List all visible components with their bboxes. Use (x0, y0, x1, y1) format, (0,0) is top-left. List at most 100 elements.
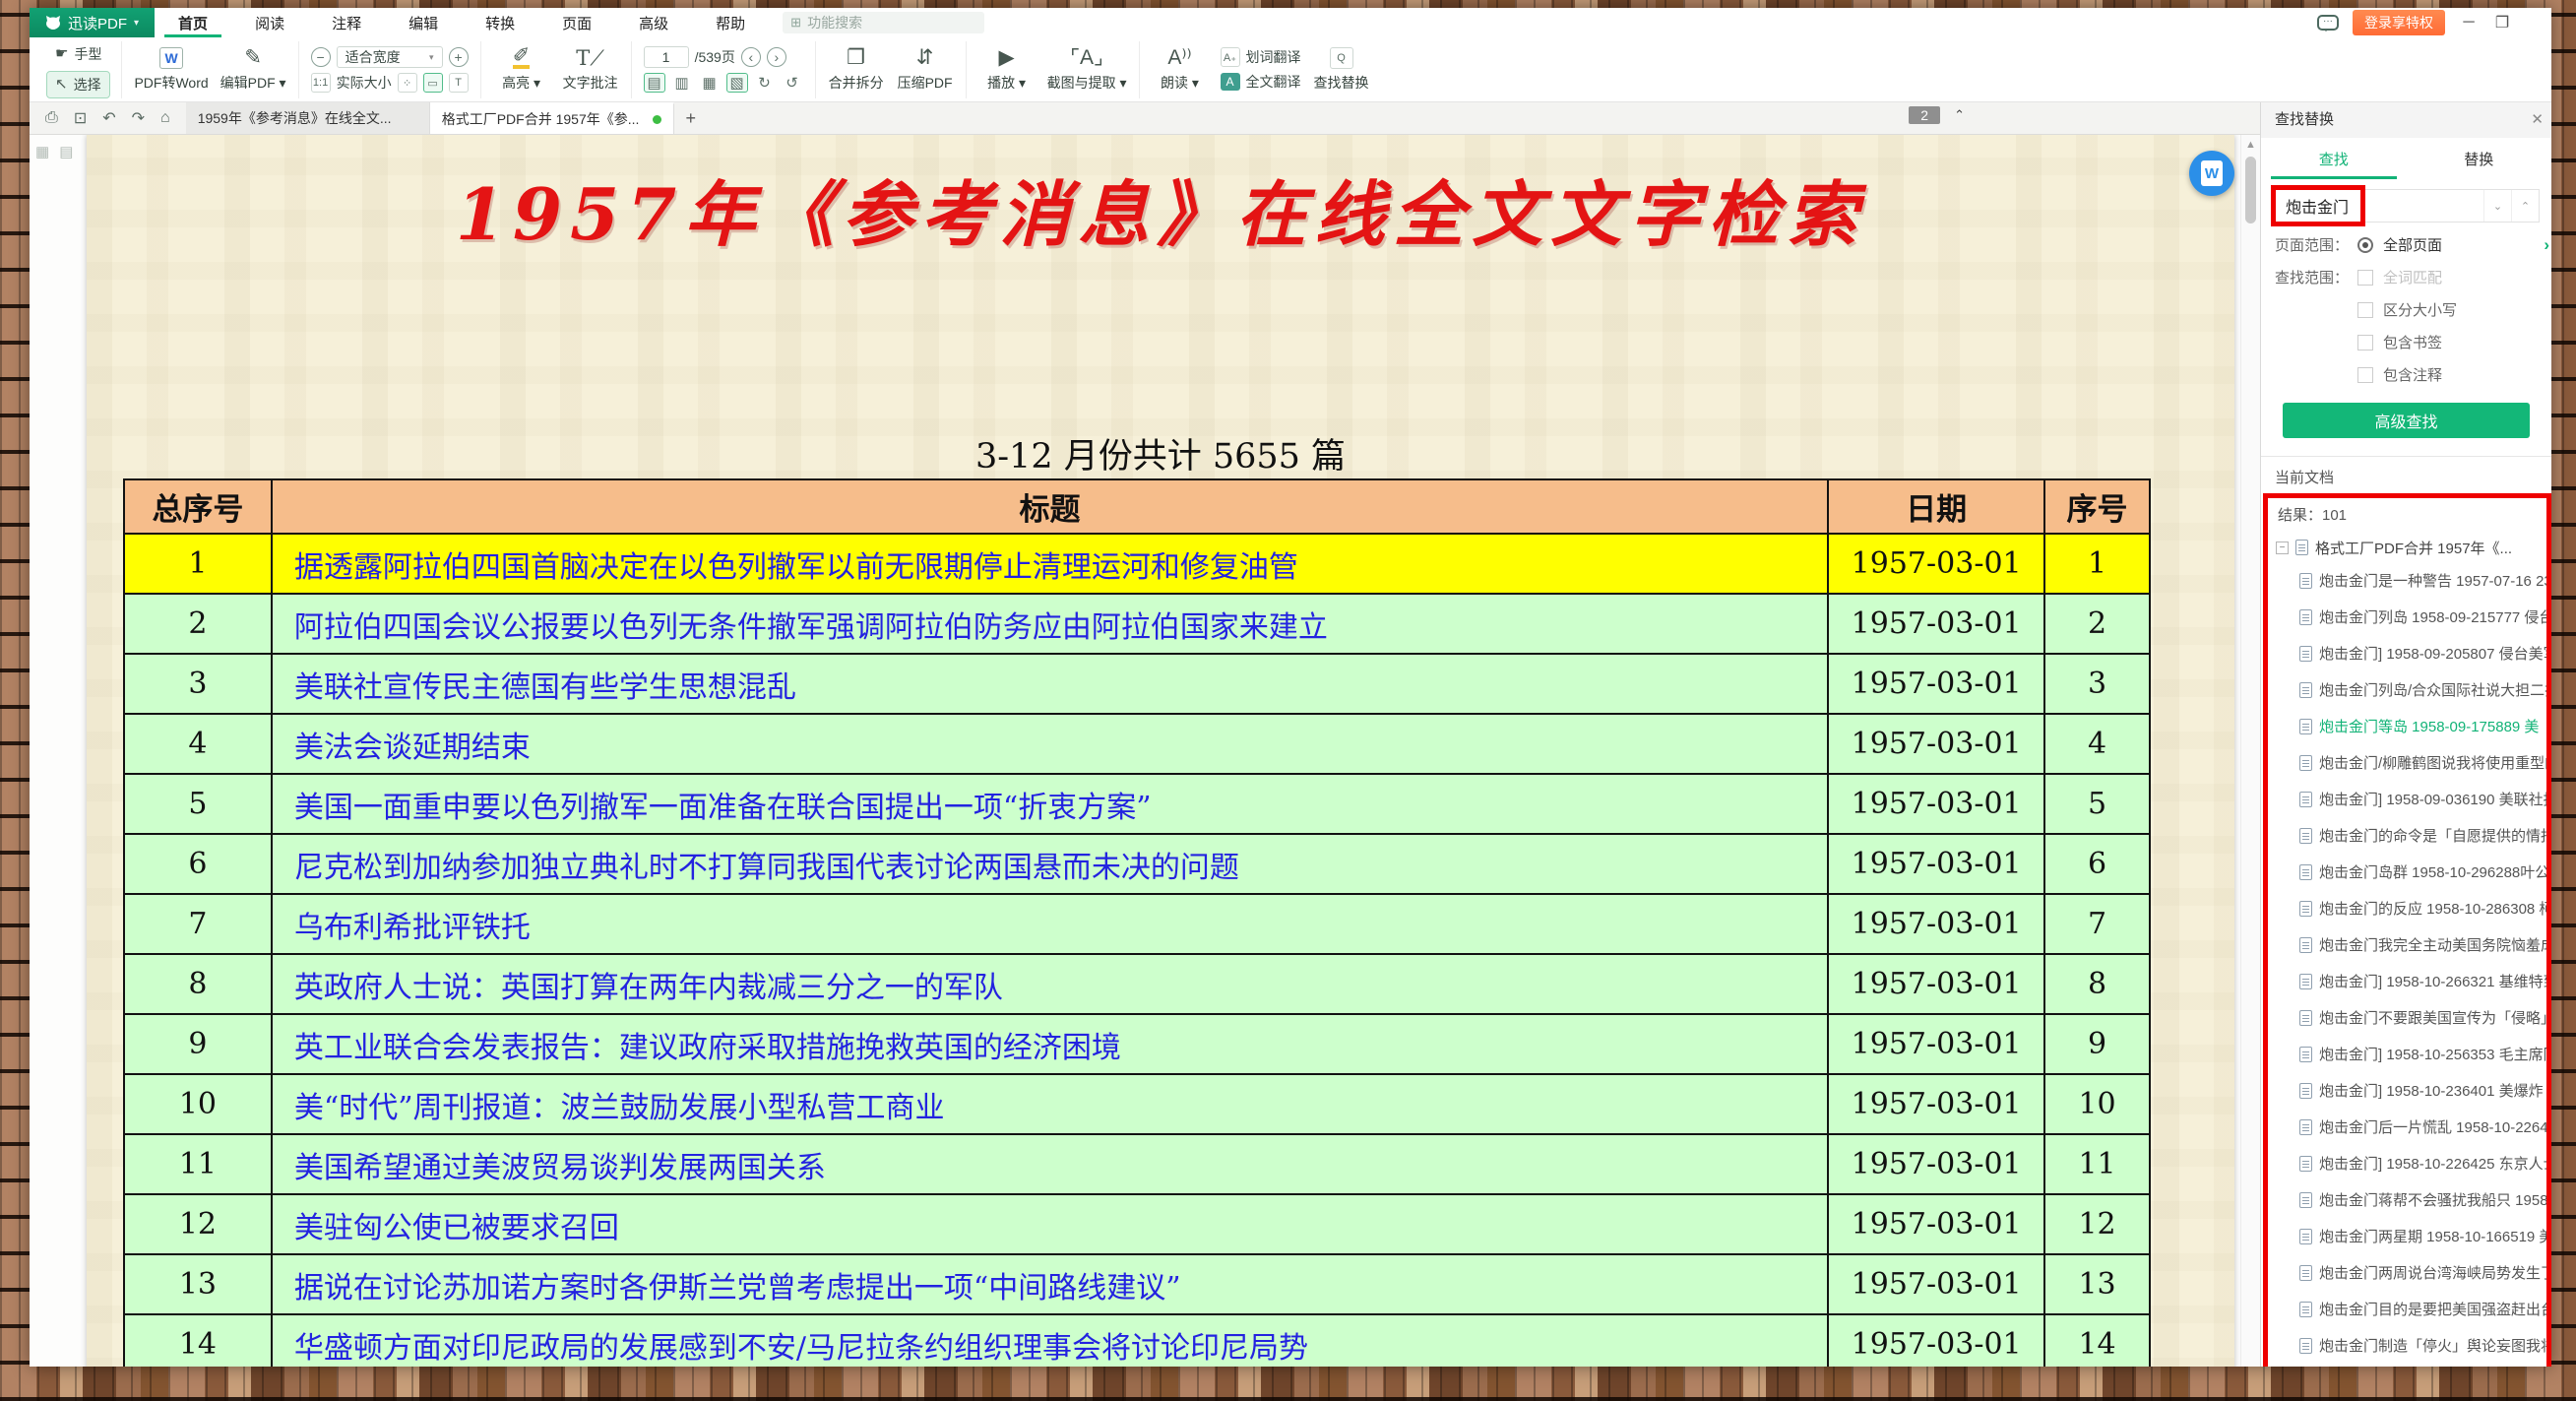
restore-window-button[interactable]: ❐ (2492, 13, 2512, 32)
vertical-scrollbar[interactable]: ▲ (2240, 135, 2260, 1367)
print-icon[interactable]: ⎙ (45, 109, 58, 127)
menu-tab-高级[interactable]: 高级 (615, 8, 692, 37)
document-tab-2[interactable]: 格式工厂PDF合并 1957年《参... (430, 102, 674, 134)
select-tool-button[interactable]: ↖ 选择 (47, 72, 109, 97)
save-icon[interactable]: ⊡ (74, 108, 87, 128)
whole-word-checkbox[interactable] (2357, 270, 2373, 286)
article-link[interactable]: 乌布利希批评铁托 (294, 911, 531, 945)
article-link[interactable]: 美“时代”周刊报道：波兰鼓励发展小型私营工商业 (294, 1091, 945, 1125)
text-reflow-toggle[interactable]: T (449, 73, 469, 93)
find-input[interactable]: 炮击金门 ⌄ ⌃ (2273, 189, 2540, 223)
text-annotation-button[interactable]: T⟋ 文字批注 (562, 47, 619, 93)
article-link[interactable]: 尼克松到加纳参加独立典礼时不打算同我国代表讨论两国悬而未决的问题 (294, 851, 1239, 885)
search-result-item[interactable]: 炮击金门] 1958-10-256353 毛主席同 (2276, 1036, 2546, 1072)
page-number-input[interactable]: 1 (644, 46, 689, 68)
search-result-item[interactable]: 炮击金门目的是要把美国强盗赶出台 (2276, 1291, 2546, 1327)
compress-pdf-button[interactable]: ⇵ 压缩PDF (897, 47, 954, 93)
search-result-item[interactable]: 炮击金门两周说台湾海峡局势发生了 (2276, 1254, 2546, 1291)
thumbnail-panel-icon[interactable]: ▦ (35, 143, 49, 160)
feature-search-input[interactable]: ⊞ 功能搜索 (783, 12, 984, 33)
rotate-right-icon[interactable]: ↻ (754, 73, 776, 93)
search-result-item[interactable]: 炮击金门/柳雕鹤图说我将使用重型的大 (2276, 744, 2546, 781)
feedback-chat-icon[interactable]: ··· (2317, 15, 2339, 31)
read-aloud-button[interactable]: A⁾⁾ 朗读 ▾ (1152, 47, 1209, 93)
article-link[interactable]: 美国一面重申要以色列撤军一面准备在联合国提出一项“折衷方案” (294, 791, 1152, 825)
expand-range-icon[interactable]: › (2544, 235, 2549, 255)
minimize-button[interactable]: ─ (2459, 14, 2479, 32)
find-next-icon[interactable]: ⌄ (2483, 190, 2511, 222)
article-link[interactable]: 美法会谈延期结束 (294, 731, 531, 765)
search-result-item[interactable]: 炮击金门是一种警告 1957-07-16 23 (2276, 562, 2546, 599)
app-menu-button[interactable]: 迅读PDF ▾ (30, 8, 155, 37)
search-result-item[interactable]: 炮击金门后一片慌乱 1958-10-2264 (2276, 1109, 2546, 1145)
search-result-item[interactable]: 炮击金门等岛 1958-09-175889 美 (2276, 708, 2546, 744)
menu-tab-编辑[interactable]: 编辑 (385, 8, 462, 37)
search-result-item[interactable]: 炮击金门两周诬蔑我国防部命令是一 (2276, 1364, 2546, 1367)
rotate-left-icon[interactable]: ↺ (782, 73, 803, 93)
article-link[interactable]: 英政府人士说：英国打算在两年内裁减三分之一的军队 (294, 971, 1003, 1005)
zoom-level-select[interactable]: 适合宽度▾ (337, 46, 443, 68)
search-result-item[interactable]: 炮击金门两星期 1958-10-166519 美 (2276, 1218, 2546, 1254)
search-result-item[interactable]: 炮击金门] 1958-10-266321 基维特到 (2276, 963, 2546, 999)
all-pages-radio[interactable] (2357, 237, 2373, 253)
home-icon[interactable]: ⌂ (160, 109, 170, 127)
search-result-item[interactable]: 炮击金门岛群 1958-10-296288叶公 (2276, 854, 2546, 890)
article-link[interactable]: 华盛顿方面对印尼政局的发展感到不安/马尼拉条约组织理事会将讨论印尼局势 (294, 1331, 1308, 1366)
search-result-item[interactable]: 炮击金门] 1958-10-226425 东京人士 (2276, 1145, 2546, 1181)
results-doc-node[interactable]: − 格式工厂PDF合并 1957年《... (2276, 533, 2546, 562)
zoom-out-button[interactable]: − (311, 47, 331, 67)
search-result-item[interactable]: 炮击金门制造「停火」舆论妄图我将 (2276, 1327, 2546, 1364)
include-comments-checkbox[interactable] (2357, 367, 2373, 383)
article-link[interactable]: 据说在讨论苏加诺方案时各伊斯兰党曾考虑提出一项“中间路线建议” (294, 1271, 1181, 1305)
merge-split-button[interactable]: ❐ 合并拆分 (828, 47, 885, 93)
search-result-item[interactable]: 炮击金门我完全主动美国务院恼羞成 (2276, 926, 2546, 963)
single-page-layout-icon[interactable]: ▤ (644, 73, 665, 93)
fit-page-toggle[interactable]: ⁘ (398, 73, 417, 93)
tab-find[interactable]: 查找 (2261, 138, 2407, 179)
document-tab-1[interactable]: 1959年《参考消息》在线全文... (186, 102, 430, 134)
article-link[interactable]: 美国希望通过美波贸易谈判发展两国关系 (294, 1151, 826, 1185)
menu-tab-页面[interactable]: 页面 (538, 8, 615, 37)
menu-tab-阅读[interactable]: 阅读 (231, 8, 308, 37)
article-link[interactable]: 阿拉伯四国会议公报要以色列无条件撤军强调阿拉伯防务应由阿拉伯国家来建立 (294, 610, 1328, 645)
edit-pdf-button[interactable]: ✎ 编辑PDF ▾ (220, 47, 286, 93)
menu-tab-注释[interactable]: 注释 (308, 8, 385, 37)
article-link[interactable]: 美联社宣传民主德国有些学生思想混乱 (294, 670, 796, 705)
pdf-to-word-button[interactable]: W PDF转Word (134, 47, 208, 93)
bookmark-panel-icon[interactable]: ▤ (59, 143, 73, 160)
play-button[interactable]: ▶ 播放 ▾ (978, 47, 1036, 93)
search-result-item[interactable]: 炮击金门] 1958-09-036190 美联社报 (2276, 781, 2546, 817)
floating-pdf-to-word-button[interactable]: W (2189, 151, 2234, 196)
include-bookmarks-checkbox[interactable] (2357, 335, 2373, 350)
full-translate-button[interactable]: A 全文翻译 (1221, 72, 1301, 92)
search-result-item[interactable]: 炮击金门] 1958-10-236401 美爆炸 (2276, 1072, 2546, 1109)
prev-page-button[interactable]: ‹ (741, 47, 761, 67)
panel-close-icon[interactable]: ✕ (2531, 102, 2544, 138)
hand-tool-button[interactable]: ☛ 手型 (47, 41, 109, 67)
article-link[interactable]: 美驻匈公使已被要求召回 (294, 1211, 619, 1245)
search-result-item[interactable]: 炮击金门列岛/合众国际社说大担二担 (2276, 671, 2546, 708)
login-button[interactable]: 登录享特权 (2353, 10, 2445, 35)
collapse-node-icon[interactable]: − (2276, 541, 2289, 554)
two-page-layout-icon[interactable]: ▥ (671, 73, 693, 93)
advanced-find-button[interactable]: 高级查找 (2283, 403, 2530, 438)
menu-tab-帮助[interactable]: 帮助 (692, 8, 769, 37)
word-translate-button[interactable]: A₊ 划词翻译 (1221, 47, 1301, 67)
search-result-item[interactable]: 炮击金门不要跟美国宣传为「侵略」 (2276, 999, 2546, 1036)
redo-icon[interactable]: ↷ (132, 108, 145, 128)
find-replace-button[interactable]: Q 查找替换 (1313, 47, 1370, 93)
collapse-toolbar-icon[interactable]: ⌃ (1954, 107, 1965, 123)
search-result-item[interactable]: 炮击金门蒋帮不会骚扰我船只 1958- (2276, 1181, 2546, 1218)
scroll-up-icon[interactable]: ▲ (2241, 135, 2260, 151)
article-link[interactable]: 英工业联合会发表报告：建议政府采取措施挽救英国的经济困境 (294, 1031, 1121, 1065)
fit-width-toggle[interactable]: ▭ (423, 73, 443, 93)
search-result-item[interactable]: 炮击金门的命令是「自愿提供的情报 (2276, 817, 2546, 854)
zoom-in-button[interactable]: + (449, 47, 469, 67)
search-result-item[interactable]: 炮击金门列岛 1958-09-215777 侵台 (2276, 599, 2546, 635)
screenshot-extract-button[interactable]: ⌜A⌟ 截图与提取 ▾ (1047, 47, 1127, 93)
grid-layout-icon[interactable]: ▦ (699, 73, 721, 93)
next-page-button[interactable]: › (767, 47, 786, 67)
new-tab-button[interactable]: + (674, 102, 708, 134)
scrollbar-thumb[interactable] (2245, 157, 2256, 223)
article-link[interactable]: 据透露阿拉伯四国首脑决定在以色列撤军以前无限期停止清理运河和修复油管 (294, 550, 1298, 585)
